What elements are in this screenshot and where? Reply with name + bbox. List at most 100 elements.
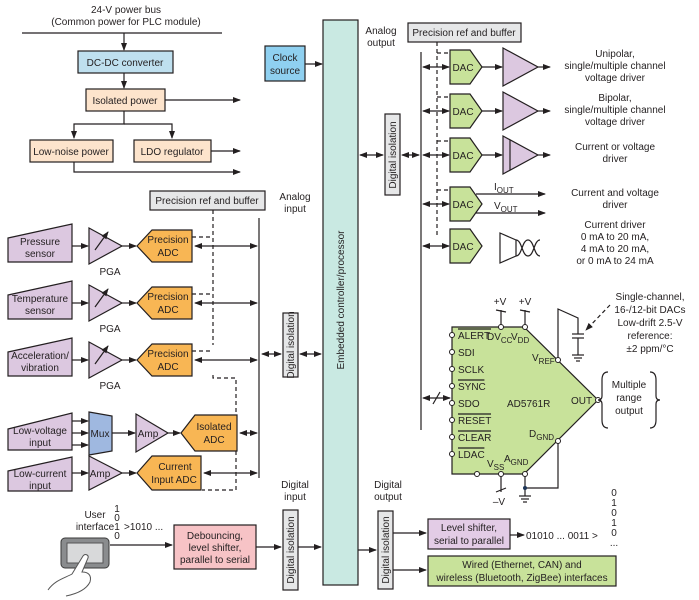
interfaces-label-2: wireless (Bluetooth, ZigBee) interfaces: [435, 573, 607, 584]
pin-dot: [449, 417, 455, 423]
pga-triangle: [88, 283, 124, 323]
driver-description: driver: [602, 154, 628, 165]
dac-label: DAC: [452, 242, 473, 253]
pin-dot: [498, 471, 504, 477]
dac-label: DAC: [452, 200, 473, 211]
pin-label-alert: ALERT: [458, 331, 490, 342]
precision-adc-label-1: Precision: [147, 235, 188, 246]
amp-label-lc: Amp: [90, 469, 111, 480]
pin-label-sclk: SCLK: [458, 365, 484, 376]
sensor-label-1: Acceleration/: [11, 351, 69, 362]
current-input-adc-label-1: Current: [158, 462, 192, 473]
sensor-label-2: sensor: [25, 249, 56, 260]
voltage-driver-amp-unipolar: [502, 46, 540, 88]
pin-dot: [498, 324, 504, 330]
pga-triangle: [88, 226, 124, 266]
sensor-label-2: vibration: [21, 363, 59, 374]
pin-dot: [474, 471, 480, 477]
dac-label: DAC: [452, 151, 473, 162]
touch-panel-icon: [47, 537, 110, 597]
pin-dot: [555, 357, 561, 363]
output-note-line: range: [616, 393, 642, 404]
level-shifter-label-2: serial to parallel: [434, 536, 504, 547]
low-current-input-label-2: input: [29, 481, 51, 492]
driver-description: Unipolar,: [595, 49, 634, 60]
precision-adc-label-1: Precision: [147, 292, 188, 303]
pin-dot: [449, 451, 455, 457]
digital-output-section: Digital output Digital isolation Level s…: [358, 480, 618, 590]
dac-label: DAC: [452, 63, 473, 74]
voltage-driver-amp-bipolar: [502, 90, 540, 132]
pin-dot: [555, 438, 561, 444]
output-note-line: Multiple: [612, 380, 647, 391]
pin-label-sync: SYNC: [458, 382, 486, 393]
chip-name: AD5761R: [507, 399, 550, 410]
arrow: [124, 123, 175, 139]
user-interface-label-1: User: [84, 510, 106, 521]
low-current-input-label-1: Low-current: [14, 469, 67, 480]
digital-input-label-2: input: [284, 492, 306, 503]
iout-label: IOUT: [494, 182, 514, 195]
driver-description: single/multiple channel: [564, 61, 665, 72]
low-voltage-input-label-2: input: [29, 438, 51, 449]
arrow: [71, 111, 125, 139]
coil-icon: [515, 239, 541, 257]
debouncing-label: Debouncing,: [187, 531, 243, 542]
precision-ref-buffer-input-label: Precision ref and buffer: [155, 196, 259, 207]
isolated-adc-label-2: ADC: [203, 435, 224, 446]
vout-label: VOUT: [494, 201, 518, 214]
ldo-regulator-label: LDO regulator: [141, 147, 204, 158]
analog-input-label-2: input: [284, 204, 306, 215]
pin-label-clear: CLEAR: [458, 433, 491, 444]
digital-isolation-label: Digital isolation: [381, 516, 392, 583]
power-section: 24-V power bus (Common power for PLC mod…: [22, 5, 241, 175]
pin-dot: [449, 366, 455, 372]
driver-description: Current or voltage: [575, 142, 655, 153]
pga-label: PGA: [99, 267, 120, 278]
analog-output-label-2: output: [367, 38, 395, 49]
dac-label: DAC: [452, 107, 473, 118]
digital-output-label-2: output: [374, 492, 402, 503]
supply-label-1: +V: [494, 297, 507, 308]
driver-description: voltage driver: [585, 73, 646, 84]
precision-adc-label-2: ADC: [157, 362, 178, 373]
driver-description: or 0 mA to 24 mA: [576, 256, 654, 267]
current-loop-driver-icon: [499, 232, 517, 264]
pin-dot: [522, 324, 528, 330]
level-shifter-label-1: Level shifter,: [441, 523, 497, 534]
driver-description: single/multiple channel: [564, 105, 665, 116]
chip-note-line: Single-channel,: [616, 292, 685, 303]
sensor-label-1: Pressure: [20, 237, 60, 248]
pga-label: PGA: [99, 324, 120, 335]
low-voltage-input-label-1: Low-voltage: [13, 426, 67, 437]
amp-label-lv: Amp: [138, 429, 159, 440]
digital-input-section: Digital input Digital isolation User int…: [47, 480, 322, 597]
chip-note-line: ±2 ppm/°C: [626, 344, 673, 355]
ad5761r-chip: AD5761R ALERT SDI SCLK SYNC SDO RESET CLEAR LDA…: [422, 292, 686, 508]
isolated-adc-label-1: Isolated: [196, 422, 231, 433]
current-voltage-driver-amp: [502, 134, 540, 176]
ref-dashed-line: [202, 451, 237, 491]
note-pointer-arrow: [585, 304, 611, 331]
driver-description: Current and voltage: [571, 188, 659, 199]
ref-dashed-line: [212, 375, 237, 415]
driver-description: 4 mA to 20 mA,: [581, 244, 649, 255]
digital-input-label-1: Digital: [281, 480, 309, 491]
driver-description: Current driver: [584, 220, 646, 231]
output-bit: ...: [610, 538, 618, 549]
chip-note-line: 16-/12-bit DACs: [614, 305, 685, 316]
analog-input-section: Precision ref and buffer Analog input Pr…: [7, 190, 322, 492]
power-bus-subtitle: (Common power for PLC module): [51, 17, 201, 28]
current-input-adc-label-2: Input ADC: [151, 475, 197, 486]
neg-supply-label: –V: [493, 497, 506, 508]
precision-adc-label-2: ADC: [157, 248, 178, 259]
chip-note-line: Low-drift 2.5-V: [617, 318, 682, 329]
chip-note-line: reference:: [627, 331, 672, 342]
supply-label-2: +V: [519, 297, 532, 308]
serial-bits-out: 01010 ... 0011 >: [526, 531, 598, 542]
digital-isolation-label: Digital isolation: [286, 311, 297, 378]
pga-triangle: [88, 340, 124, 380]
junction-dot: [523, 486, 527, 490]
analog-input-label-1: Analog: [279, 192, 310, 203]
driver-description: 0 mA to 20 mA,: [581, 232, 649, 243]
